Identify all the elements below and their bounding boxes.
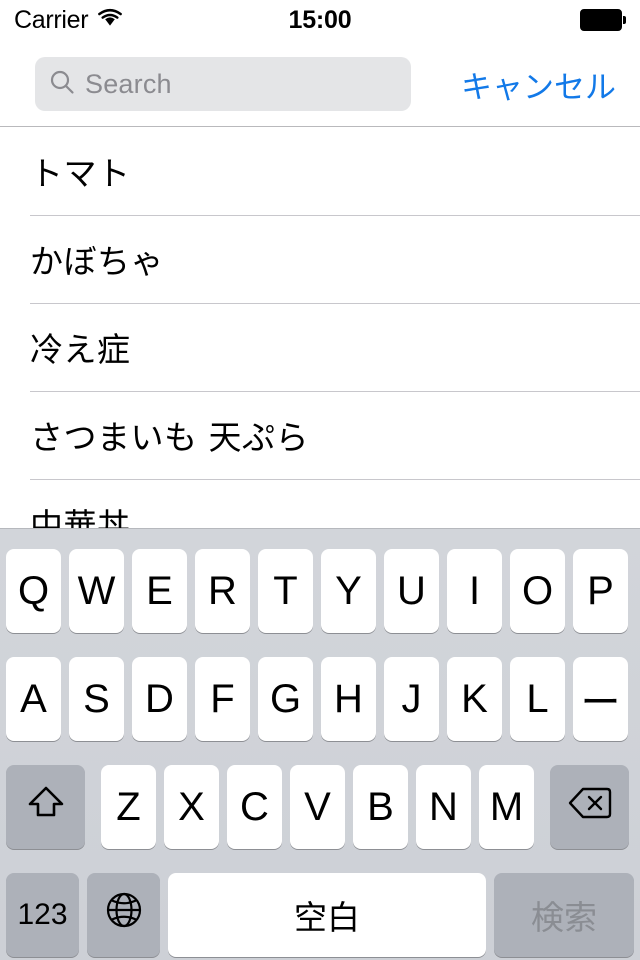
cancel-button[interactable]: キャンセル bbox=[461, 57, 616, 111]
key-l[interactable]: L bbox=[510, 657, 565, 741]
list-item[interactable]: 中華丼 bbox=[0, 479, 640, 528]
key-k[interactable]: K bbox=[447, 657, 502, 741]
key-h[interactable]: H bbox=[321, 657, 376, 741]
key-q[interactable]: Q bbox=[6, 549, 61, 633]
keyboard-row-1: Q W E R T Y U I O P bbox=[0, 549, 640, 637]
key-p[interactable]: P bbox=[573, 549, 628, 633]
key-s[interactable]: S bbox=[69, 657, 124, 741]
status-bar: Carrier 15:00 bbox=[0, 0, 640, 40]
search-return-key[interactable]: 検索 bbox=[494, 873, 634, 957]
globe-key[interactable] bbox=[87, 873, 160, 957]
key-d[interactable]: D bbox=[132, 657, 187, 741]
list-item-label: かぼちゃ bbox=[30, 242, 164, 281]
status-bar-time: 15:00 bbox=[288, 5, 352, 34]
key-c[interactable]: C bbox=[227, 765, 282, 849]
key-f[interactable]: F bbox=[195, 657, 250, 741]
key-z[interactable]: Z bbox=[101, 765, 156, 849]
key-x[interactable]: X bbox=[164, 765, 219, 849]
space-key[interactable]: 空白 bbox=[168, 873, 486, 957]
key-t[interactable]: T bbox=[258, 549, 313, 633]
key-i[interactable]: I bbox=[447, 549, 502, 633]
list-item[interactable]: かぼちゃ bbox=[0, 215, 640, 303]
search-bar: Search キャンセル bbox=[0, 40, 640, 126]
onscreen-keyboard[interactable]: Q W E R T Y U I O P A S D F G H J K L ー … bbox=[0, 528, 640, 960]
list-item[interactable]: さつまいも 天ぷら bbox=[0, 391, 640, 479]
list-item-label: 冷え症 bbox=[30, 330, 131, 369]
search-placeholder: Search bbox=[85, 68, 172, 99]
key-r[interactable]: R bbox=[195, 549, 250, 633]
shift-icon bbox=[25, 782, 67, 832]
delete-icon bbox=[567, 785, 613, 830]
globe-icon bbox=[104, 890, 144, 940]
shift-key[interactable] bbox=[6, 765, 85, 849]
key-o[interactable]: O bbox=[510, 549, 565, 633]
key-y[interactable]: Y bbox=[321, 549, 376, 633]
battery-full-icon bbox=[580, 9, 626, 31]
phone-screen: Carrier 15:00 Search キャンセル トマト かぼちゃ 冷え症 … bbox=[0, 0, 640, 960]
keyboard-row-4: 123 空白 検索 bbox=[0, 873, 640, 960]
key-b[interactable]: B bbox=[353, 765, 408, 849]
key-a[interactable]: A bbox=[6, 657, 61, 741]
status-bar-right bbox=[580, 0, 626, 40]
key-u[interactable]: U bbox=[384, 549, 439, 633]
key-long-vowel[interactable]: ー bbox=[573, 657, 628, 741]
list-item[interactable]: トマト bbox=[0, 127, 640, 215]
list-item-label: さつまいも 天ぷら bbox=[30, 418, 309, 457]
list-item[interactable]: 冷え症 bbox=[0, 303, 640, 391]
list-item-label: トマト bbox=[30, 154, 131, 193]
key-n[interactable]: N bbox=[416, 765, 471, 849]
search-icon bbox=[49, 69, 75, 100]
keyboard-row-2: A S D F G H J K L ー bbox=[0, 657, 640, 745]
key-w[interactable]: W bbox=[69, 549, 124, 633]
search-results-list[interactable]: トマト かぼちゃ 冷え症 さつまいも 天ぷら 中華丼 bbox=[0, 127, 640, 528]
numeric-key[interactable]: 123 bbox=[6, 873, 79, 957]
search-input[interactable]: Search bbox=[35, 57, 411, 111]
keyboard-row-3: Z X C V B N M bbox=[0, 765, 640, 853]
key-e[interactable]: E bbox=[132, 549, 187, 633]
key-g[interactable]: G bbox=[258, 657, 313, 741]
key-v[interactable]: V bbox=[290, 765, 345, 849]
delete-key[interactable] bbox=[550, 765, 629, 849]
list-item-label: 中華丼 bbox=[30, 506, 131, 528]
key-j[interactable]: J bbox=[384, 657, 439, 741]
key-m[interactable]: M bbox=[479, 765, 534, 849]
